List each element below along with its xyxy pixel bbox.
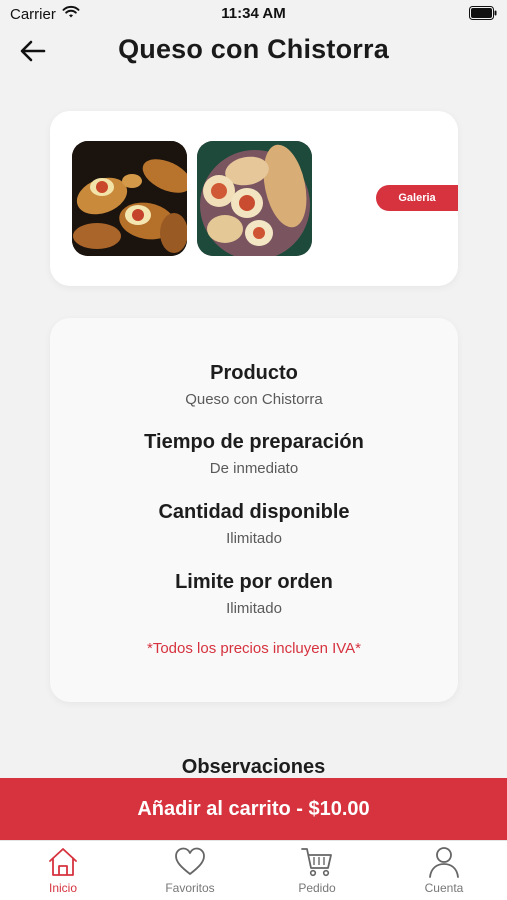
- heart-icon: [175, 847, 205, 875]
- nav-header: Queso con Chistorra: [0, 28, 507, 72]
- product-value: Queso con Chistorra: [185, 391, 323, 408]
- info-order-limit: Limite por orden Ilimitado: [50, 571, 458, 617]
- iva-note: *Todos los precios incluyen IVA*: [147, 640, 361, 657]
- info-prep-time: Tiempo de preparación De inmediato: [50, 431, 458, 477]
- gallery-button[interactable]: Galeria: [376, 185, 458, 211]
- cart-icon: [301, 848, 332, 877]
- observations-title: Observaciones: [181, 756, 326, 778]
- tab-inicio[interactable]: Inicio: [0, 845, 126, 900]
- product-photo-1[interactable]: [72, 141, 187, 256]
- user-icon: [429, 847, 459, 878]
- home-icon: [49, 848, 77, 876]
- tab-cuenta-label: Cuenta: [424, 881, 464, 895]
- tab-bar: Inicio Favoritos Pedido Cuenta: [0, 840, 507, 900]
- battery-icon: [469, 6, 497, 24]
- tab-pedido[interactable]: Pedido: [254, 845, 380, 900]
- prep-time-value: De inmediato: [209, 460, 299, 477]
- product-label: Producto: [210, 362, 298, 384]
- add-to-cart-button[interactable]: Añadir al carrito - $10.00: [0, 778, 507, 840]
- product-info-card: Producto Queso con Chistorra Tiempo de p…: [50, 318, 458, 702]
- tab-inicio-label: Inicio: [48, 881, 77, 895]
- info-product: Producto Queso con Chistorra: [50, 362, 458, 408]
- status-time: 11:34 AM: [221, 5, 286, 22]
- info-quantity: Cantidad disponible Ilimitado: [50, 501, 458, 547]
- quantity-value: Ilimitado: [226, 530, 282, 547]
- tab-favoritos[interactable]: Favoritos: [127, 845, 253, 900]
- page-title: Queso con Chistorra: [118, 34, 389, 64]
- tab-cuenta[interactable]: Cuenta: [381, 845, 507, 900]
- order-limit-label: Limite por orden: [175, 571, 333, 593]
- gallery-card: Galeria: [50, 111, 458, 286]
- tab-favoritos-label: Favoritos: [165, 881, 215, 895]
- product-photo-2[interactable]: [197, 141, 312, 256]
- order-limit-value: Ilimitado: [226, 600, 282, 617]
- quantity-label: Cantidad disponible: [158, 501, 350, 523]
- tab-pedido-label: Pedido: [298, 881, 336, 895]
- status-bar: Carrier 11:34 AM: [0, 0, 507, 28]
- prep-time-label: Tiempo de preparación: [144, 431, 364, 453]
